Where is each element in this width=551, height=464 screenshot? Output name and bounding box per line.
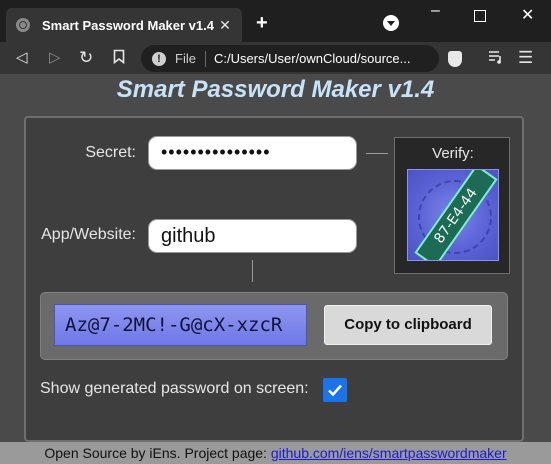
password-output-panel: Az@7-2MC!-G@cX-xzcR Copy to clipboard bbox=[40, 292, 508, 360]
verify-image: 87-E4-44 bbox=[407, 169, 499, 261]
forward-icon[interactable]: ▷ bbox=[49, 49, 61, 67]
project-page-link[interactable]: github.com/iens/smartpasswordmaker bbox=[271, 445, 507, 461]
secret-label: Secret: bbox=[85, 144, 136, 161]
scheme-label: File bbox=[175, 51, 196, 66]
tab-search-icon[interactable] bbox=[383, 15, 399, 31]
secret-input[interactable]: ••••••••••••••• bbox=[148, 136, 357, 170]
page-title: Smart Password Maker v1.4 bbox=[116, 76, 435, 103]
app-website-label: App/Website: bbox=[41, 226, 136, 243]
checkmark-icon bbox=[328, 384, 342, 397]
new-tab-button[interactable]: + bbox=[256, 12, 268, 34]
globe-icon bbox=[16, 18, 30, 32]
page-content: Smart Password Maker v1.4 Secret: ••••••… bbox=[0, 74, 551, 464]
connector-line bbox=[366, 153, 388, 154]
generated-password-display[interactable]: Az@7-2MC!-G@cX-xzcR bbox=[54, 304, 307, 346]
minimize-icon[interactable]: – bbox=[431, 2, 440, 20]
app-website-input[interactable]: github bbox=[148, 219, 357, 253]
brave-shield-icon[interactable] bbox=[448, 51, 462, 67]
footer: Open Source by iEns. Project page: githu… bbox=[0, 442, 551, 464]
connector-line bbox=[252, 260, 253, 282]
footer-text: Open Source by iEns. Project page: bbox=[44, 445, 271, 461]
reload-icon[interactable]: ↻ bbox=[79, 49, 93, 67]
show-password-label: Show generated password on screen: bbox=[40, 380, 309, 397]
copy-to-clipboard-button[interactable]: Copy to clipboard bbox=[324, 305, 492, 345]
address-bar[interactable]: ! File C:/Users/User/ownCloud/source... bbox=[141, 45, 439, 72]
tab-bar: Smart Password Maker v1.4 ✕ + – ✕ bbox=[0, 0, 551, 42]
verify-label: Verify: bbox=[432, 145, 474, 162]
maximize-icon[interactable] bbox=[474, 10, 486, 22]
tab-title: Smart Password Maker v1.4 bbox=[42, 17, 214, 33]
browser-tab[interactable]: Smart Password Maker v1.4 ✕ bbox=[6, 8, 242, 42]
divider bbox=[204, 50, 206, 67]
bookmark-icon[interactable] bbox=[113, 49, 125, 69]
show-password-checkbox[interactable] bbox=[323, 378, 347, 402]
menu-icon[interactable]: ☰ bbox=[518, 48, 533, 68]
verify-box: Verify: 87-E4-44 bbox=[394, 137, 510, 274]
window-close-icon[interactable]: ✕ bbox=[521, 5, 534, 25]
back-icon[interactable]: ◁ bbox=[16, 49, 28, 67]
address-url[interactable]: C:/Users/User/ownCloud/source... bbox=[214, 51, 438, 66]
info-icon[interactable]: ! bbox=[152, 51, 166, 66]
playlist-icon[interactable] bbox=[488, 50, 504, 68]
close-tab-icon[interactable]: ✕ bbox=[216, 16, 234, 34]
browser-toolbar: ◁ ▷ ↻ ! File C:/Users/User/ownCloud/sour… bbox=[0, 42, 551, 74]
